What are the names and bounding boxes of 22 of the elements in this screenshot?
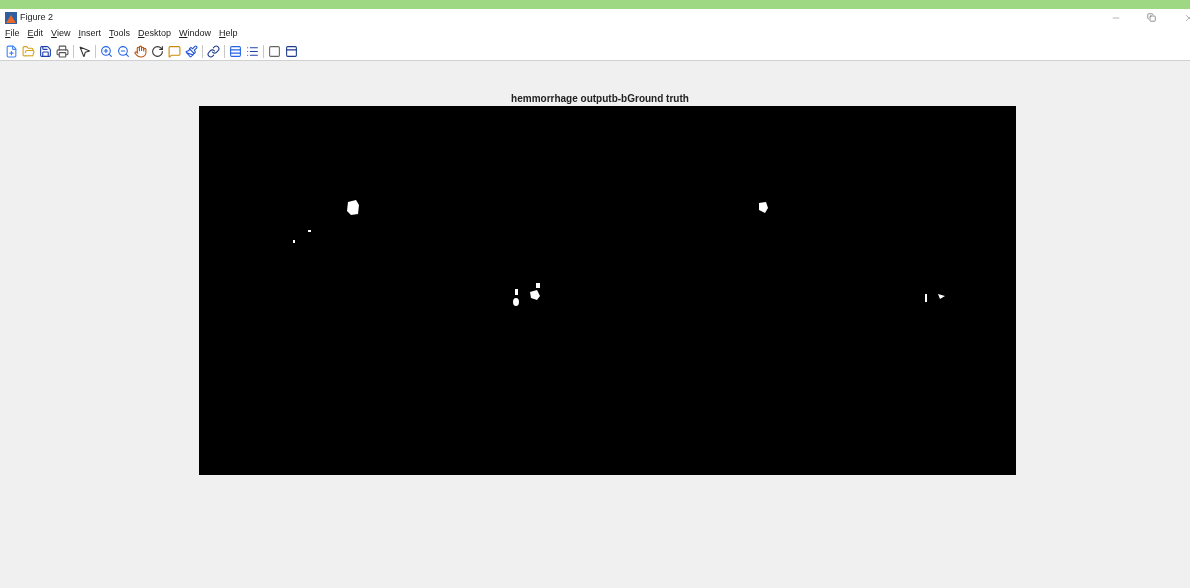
zoom-in-icon[interactable] (100, 44, 113, 58)
menu-item[interactable]: View (51, 27, 71, 41)
menu-item[interactable]: Desktop (137, 27, 171, 41)
menu-item[interactable]: Tools (108, 27, 130, 41)
save-icon[interactable] (39, 44, 52, 58)
menu-item[interactable]: Help (219, 27, 238, 41)
hand-icon[interactable] (134, 44, 147, 58)
new-file-icon[interactable] (5, 44, 18, 58)
printer-icon[interactable] (56, 44, 69, 58)
legend-icon[interactable] (246, 44, 259, 58)
menu-item[interactable]: File (5, 27, 20, 41)
window-title: Figure 2 (20, 10, 54, 24)
link-icon[interactable] (207, 44, 220, 58)
pointer-icon[interactable] (78, 44, 91, 58)
zoom-out-icon[interactable] (117, 44, 130, 58)
menu-item[interactable]: Edit (27, 27, 44, 41)
rotate-icon[interactable] (151, 44, 164, 58)
app-icon (5, 11, 17, 24)
brush-icon[interactable] (185, 44, 198, 58)
axes-title: hemmorrhage outputb-bGround truth (511, 92, 689, 106)
menu-item[interactable]: Insert (78, 27, 101, 41)
menu-item[interactable]: Window (179, 27, 211, 41)
